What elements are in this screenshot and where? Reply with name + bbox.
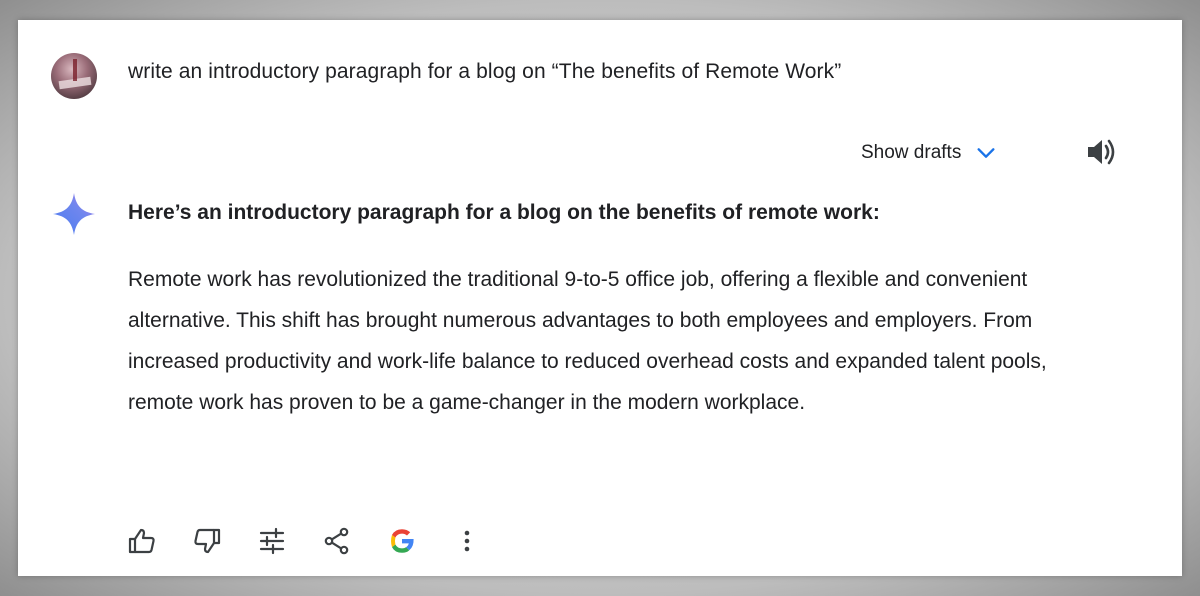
share-icon [324, 527, 349, 555]
response-actions [124, 523, 485, 559]
thumbs-up-icon [128, 528, 155, 554]
double-check-button[interactable] [384, 523, 420, 559]
modify-response-button[interactable] [254, 523, 290, 559]
share-button[interactable] [319, 523, 355, 559]
google-icon [391, 529, 414, 553]
chat-card: write an introductory paragraph for a bl… [18, 20, 1182, 576]
tune-icon [259, 527, 285, 555]
show-drafts-label: Show drafts [861, 142, 962, 163]
speaker-icon[interactable] [1084, 135, 1120, 169]
more-vert-icon [464, 530, 470, 552]
user-prompt: write an introductory paragraph for a bl… [128, 60, 842, 83]
sparkle-icon [53, 193, 95, 235]
thumbs-down-button[interactable] [189, 523, 225, 559]
more-options-button[interactable] [449, 523, 485, 559]
thumbs-down-icon [194, 528, 221, 554]
thumbs-up-button[interactable] [124, 523, 160, 559]
chevron-down-icon [977, 148, 995, 158]
user-avatar [51, 53, 97, 99]
show-drafts-button[interactable]: Show drafts [861, 137, 997, 169]
response-heading: Here’s an introductory paragraph for a b… [128, 201, 880, 224]
response-paragraph: Remote work has revolutionized the tradi… [128, 268, 1047, 414]
